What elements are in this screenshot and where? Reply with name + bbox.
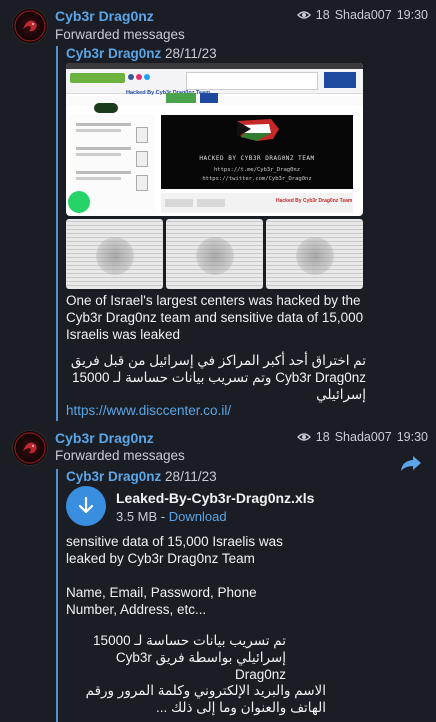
view-count: 18 — [315, 430, 330, 444]
banner-telegram: https://t.me/Cyb3r_Drag0nz — [213, 167, 301, 173]
message-text-english: One of Israel's largest centers was hack… — [66, 293, 364, 342]
download-link[interactable]: Download — [169, 509, 227, 524]
message-text-arabic-2: الاسم والبريد الإلكتروني وكلمة المرور ور… — [85, 683, 326, 715]
site-footer-label: Hacked By Cyb3r Drag0nz Team — [276, 198, 353, 204]
forward-quote-bar — [56, 46, 58, 421]
banner-twitter: https://twitter.com/Cyb3r_Drag0nz — [202, 176, 312, 182]
message-1: Cyb3r Drag0nz 18 Shada007 19:30 Forwarde… — [0, 0, 436, 421]
message-meta: 18 Shada007 19:30 — [296, 8, 428, 22]
sender-avatar[interactable] — [12, 430, 48, 466]
share-arrow-icon[interactable] — [400, 454, 422, 472]
sender-name[interactable]: Cyb3r Drag0nz — [55, 430, 154, 446]
message-text-arabic-1: تم تسريب بيانات حساسة لـ 15000 إسرائيلي … — [93, 633, 286, 682]
file-name[interactable]: Leaked-By-Cyb3r-Drag0nz.xls — [116, 490, 314, 506]
view-count: 18 — [315, 8, 330, 22]
website-screenshot-image[interactable]: Hacked By Cyb3r Drag0nz Team — [66, 63, 363, 216]
message-text-english-1: sensitive data of 15,000 Israelis was le… — [66, 534, 283, 566]
original-date: 28/11/23 — [165, 469, 217, 484]
file-size: 3.5 MB — [116, 509, 158, 524]
original-date: 28/11/23 — [165, 46, 217, 61]
post-author: Shada007 — [334, 8, 392, 22]
original-author[interactable]: Cyb3r Drag0nz — [66, 46, 161, 61]
watermark-logo-icon — [96, 237, 134, 275]
sender-avatar[interactable] — [12, 8, 48, 44]
message-text-english-2: Name, Email, Password, Phone Number, Add… — [66, 585, 257, 617]
eye-icon — [296, 11, 311, 19]
site-blue-button — [200, 93, 218, 103]
dragon-logo-icon — [14, 10, 46, 42]
original-source[interactable]: Cyb3r Drag0nz 28/11/23 — [66, 469, 217, 484]
forward-quote-bar — [56, 469, 58, 722]
leaked-data-thumbnail-3[interactable] — [266, 219, 363, 289]
eye-icon — [296, 433, 311, 441]
forwarded-label: Forwarded messages — [55, 27, 185, 42]
website-link[interactable]: https://www.disccenter.co.il/ — [66, 402, 366, 419]
banner-title: HACKED BY CYB3R DRAG0NZ TEAM — [199, 155, 315, 162]
original-author[interactable]: Cyb3r Drag0nz — [66, 469, 161, 484]
message-time: 19:30 — [396, 430, 428, 444]
dragon-logo-icon — [14, 432, 46, 464]
download-arrow-icon — [78, 496, 94, 514]
post-author: Shada007 — [334, 430, 392, 444]
site-green-button — [166, 93, 196, 103]
watermark-logo-icon — [296, 237, 334, 275]
sender-name[interactable]: Cyb3r Drag0nz — [55, 8, 154, 24]
leaked-data-thumbnail-1[interactable] — [66, 219, 163, 289]
forwarded-label: Forwarded messages — [55, 448, 185, 463]
site-top-strip — [66, 69, 363, 94]
leaked-data-thumbnail-2[interactable] — [166, 219, 263, 289]
file-download-button[interactable] — [66, 486, 106, 526]
file-info: 3.5 MB - Download — [116, 509, 227, 524]
message-meta: 18 Shada007 19:30 — [296, 430, 428, 444]
whatsapp-icon — [68, 191, 90, 213]
message-time: 19:30 — [396, 8, 428, 22]
original-source[interactable]: Cyb3r Drag0nz 28/11/23 — [66, 46, 217, 61]
message-text-arabic: تم اختراق أحد أكبر المراكز في إسرائيل من… — [70, 353, 366, 402]
watermark-logo-icon — [196, 237, 234, 275]
file-separator: - — [157, 509, 169, 524]
tnc-badge — [94, 103, 118, 113]
